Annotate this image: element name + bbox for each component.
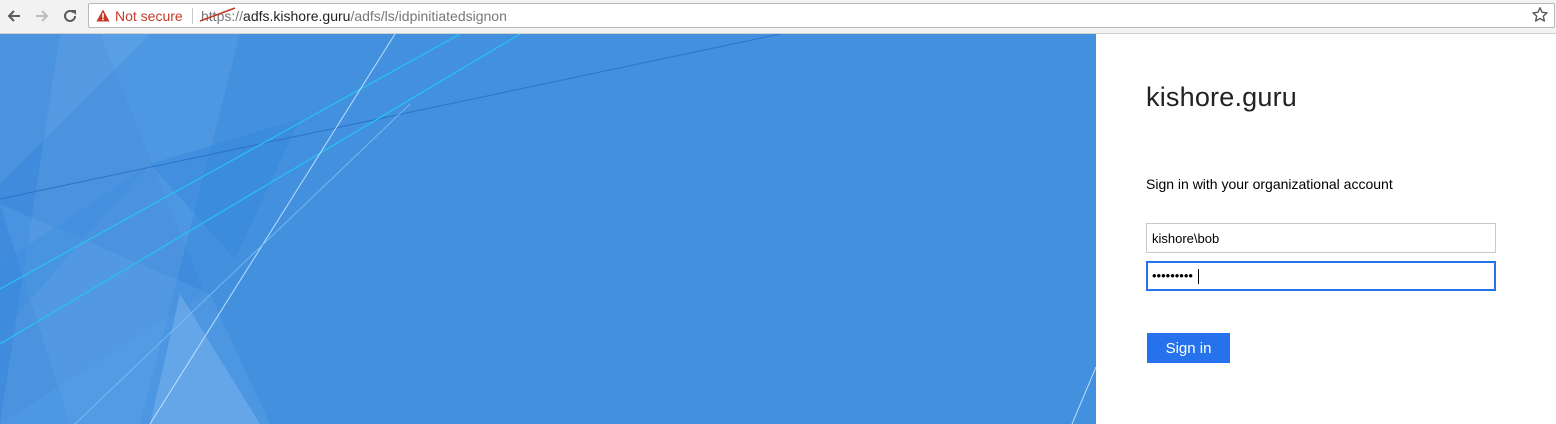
url-text[interactable]: https://adfs.kishore.guru/adfs/ls/idpini…	[199, 7, 507, 24]
back-button[interactable]	[3, 5, 25, 27]
bookmark-star-icon[interactable]	[1531, 6, 1549, 24]
url-host: adfs.kishore.guru	[243, 8, 351, 24]
url-scheme: https	[199, 7, 236, 24]
forward-button[interactable]	[31, 5, 53, 27]
sign-in-button[interactable]: Sign in	[1147, 333, 1230, 363]
text-cursor	[1198, 269, 1199, 284]
password-mask: •••••••••	[1152, 268, 1193, 283]
browser-toolbar: Not secure https://adfs.kishore.guru/adf…	[0, 0, 1556, 34]
warning-icon	[96, 9, 110, 22]
reload-icon	[64, 9, 76, 22]
omnibox-separator	[192, 8, 193, 24]
illustration-panel	[0, 34, 1096, 424]
strikethrough-icon	[199, 7, 236, 22]
username-input[interactable]	[1146, 223, 1496, 253]
arrow-right-icon	[36, 10, 49, 22]
sign-in-intro-text: Sign in with your organizational account	[1146, 176, 1393, 192]
organization-name: kishore.guru	[1146, 82, 1297, 112]
arrow-left-icon	[7, 10, 20, 22]
reload-button[interactable]	[59, 5, 81, 27]
background-illustration	[0, 34, 1096, 424]
url-path: /adfs/ls/idpinitiatedsignon	[350, 8, 507, 24]
address-bar[interactable]: Not secure https://adfs.kishore.guru/adf…	[88, 3, 1555, 28]
sign-in-panel: kishore.guru Sign in with your organizat…	[1096, 34, 1556, 424]
security-status[interactable]: Not secure	[115, 8, 183, 24]
